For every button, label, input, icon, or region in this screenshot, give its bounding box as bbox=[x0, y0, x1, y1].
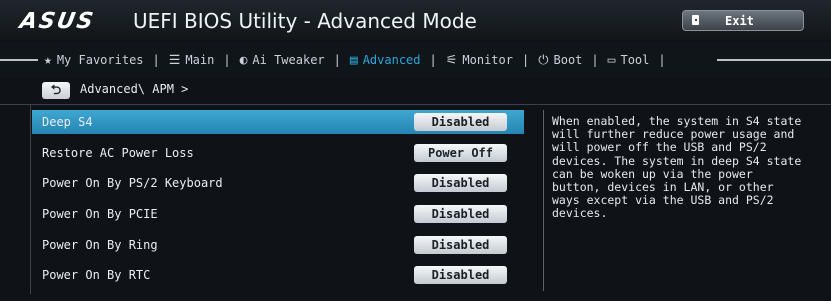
tab-label: Boot bbox=[553, 53, 583, 67]
tab-my-favorites[interactable]: ★ My Favorites bbox=[44, 53, 144, 68]
setting-value-button[interactable]: Power Off bbox=[414, 144, 507, 162]
setting-label: Power On By RTC bbox=[42, 268, 151, 282]
setting-value-button[interactable]: Disabled bbox=[414, 205, 507, 223]
help-divider bbox=[543, 110, 544, 291]
tab-label: My Favorites bbox=[56, 53, 144, 67]
setting-value-button[interactable]: Disabled bbox=[414, 174, 507, 192]
nav-separator: | bbox=[429, 53, 437, 67]
tab-boot[interactable]: ⏻ Boot bbox=[538, 53, 582, 68]
nav-separator: | bbox=[521, 53, 530, 67]
tab-label: Main bbox=[185, 53, 215, 67]
title-bar: ASUS UEFI BIOS Utility - Advanced Mode E… bbox=[0, 0, 831, 40]
setting-row-power-on-ring[interactable]: Power On By Ring Disabled bbox=[32, 233, 524, 257]
tab-advanced[interactable]: ▤ Advanced bbox=[350, 53, 421, 68]
nav-separator: | bbox=[591, 53, 599, 67]
back-button[interactable]: ⮌ bbox=[42, 82, 70, 99]
setting-row-power-on-rtc[interactable]: Power On By RTC Disabled bbox=[32, 263, 524, 287]
setting-label: Power On By PCIE bbox=[42, 207, 158, 221]
nav-line-right bbox=[717, 59, 831, 61]
nav-separator: | bbox=[333, 53, 341, 67]
power-icon: ⏻ bbox=[538, 52, 549, 68]
back-arrow-icon: ⮌ bbox=[50, 83, 62, 98]
exit-button[interactable]: Exit bbox=[682, 10, 804, 31]
nav-bar: ★ My Favorites | ☰ Main | ◐ Ai Tweaker |… bbox=[0, 42, 831, 78]
tweaker-icon: ◐ bbox=[239, 52, 248, 68]
tab-label: Tool bbox=[620, 53, 650, 67]
setting-row-restore-ac-power-loss[interactable]: Restore AC Power Loss Power Off bbox=[32, 141, 524, 165]
setting-label: Power On By PS/2 Keyboard bbox=[42, 176, 223, 190]
nav-separator: | bbox=[658, 53, 666, 67]
nav-line-left bbox=[0, 59, 38, 61]
setting-label: Restore AC Power Loss bbox=[42, 146, 194, 160]
setting-value-button[interactable]: Disabled bbox=[414, 266, 507, 284]
app-title: UEFI BIOS Utility - Advanced Mode bbox=[133, 9, 477, 33]
monitor-icon: ⚟ bbox=[445, 52, 458, 68]
exit-icon bbox=[692, 15, 699, 25]
list-icon: ☰ bbox=[168, 52, 181, 68]
asus-logo: ASUS bbox=[17, 9, 97, 34]
setting-row-power-on-pcie[interactable]: Power On By PCIE Disabled bbox=[32, 202, 524, 226]
tool-icon: ▭ bbox=[607, 52, 616, 68]
star-icon: ★ bbox=[44, 52, 52, 68]
advanced-icon: ▤ bbox=[349, 52, 358, 68]
settings-list: Deep S4 Disabled Restore AC Power Loss P… bbox=[32, 108, 524, 292]
help-text: When enabled, the system in S4 state wil… bbox=[552, 114, 802, 221]
setting-value-button[interactable]: Disabled bbox=[414, 113, 507, 131]
setting-label: Power On By Ring bbox=[42, 238, 158, 252]
tab-label: Monitor bbox=[462, 53, 513, 67]
tab-ai-tweaker[interactable]: ◐ Ai Tweaker bbox=[240, 53, 325, 68]
tab-monitor[interactable]: ⚟ Monitor bbox=[446, 53, 513, 68]
nav-separator: | bbox=[223, 53, 231, 67]
setting-value-button[interactable]: Disabled bbox=[414, 236, 507, 254]
frame-left-line bbox=[30, 104, 31, 294]
frame-top-line bbox=[0, 104, 831, 105]
exit-label: Exit bbox=[725, 14, 754, 28]
tab-label: Advanced bbox=[362, 53, 421, 67]
tab-main[interactable]: ☰ Main bbox=[169, 53, 215, 68]
tab-tool[interactable]: ▭ Tool bbox=[608, 53, 650, 68]
breadcrumb: Advanced\ APM > bbox=[80, 82, 189, 96]
nav-separator: | bbox=[152, 53, 160, 67]
setting-label: Deep S4 bbox=[42, 115, 93, 129]
setting-row-power-on-ps2-keyboard[interactable]: Power On By PS/2 Keyboard Disabled bbox=[32, 171, 524, 195]
setting-row-deep-s4[interactable]: Deep S4 Disabled bbox=[32, 110, 524, 134]
tab-label: Ai Tweaker bbox=[252, 53, 325, 67]
nav-tabs: ★ My Favorites | ☰ Main | ◐ Ai Tweaker |… bbox=[44, 42, 675, 78]
